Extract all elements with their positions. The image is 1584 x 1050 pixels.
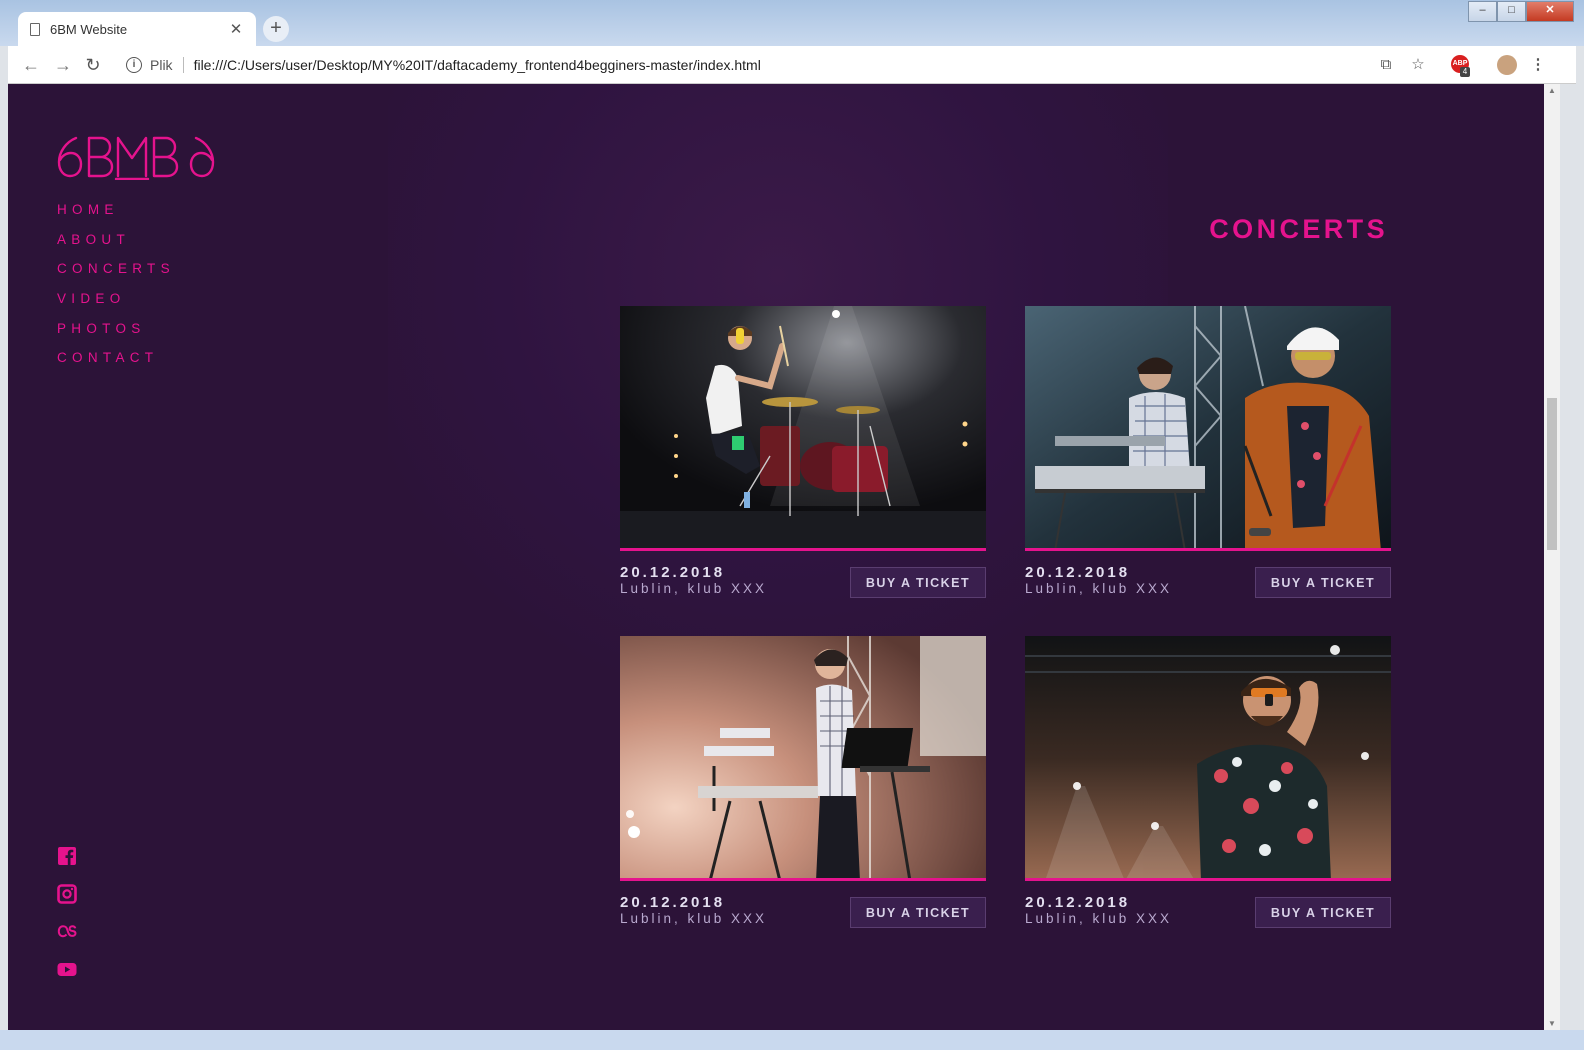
concert-card: 20.12.2018 Lublin, klub XXX BUY A TICKET <box>620 636 986 935</box>
scroll-up-arrow-icon[interactable]: ▲ <box>1544 86 1560 95</box>
concert-card: 20.12.2018 Lublin, klub XXX BUY A TICKET <box>620 306 986 605</box>
concert-info: 20.12.2018 Lublin, klub XXX BUY A TICKET <box>620 565 986 605</box>
concert-photo <box>620 636 986 881</box>
address-separator <box>182 57 184 73</box>
nav-item-concerts[interactable]: CONCERTS <box>57 261 175 291</box>
concert-info: 20.12.2018 Lublin, klub XXX BUY A TICKET <box>1025 565 1391 605</box>
concert-info: 20.12.2018 Lublin, klub XXX BUY A TICKET <box>620 895 986 935</box>
concert-photo <box>620 306 986 551</box>
scrollbar-thumb[interactable] <box>1547 398 1557 550</box>
scroll-down-arrow-icon[interactable]: ▼ <box>1544 1019 1560 1028</box>
menu-kebab-icon[interactable]: ⋮ <box>1528 55 1548 75</box>
profile-avatar[interactable] <box>1497 55 1517 75</box>
window-titlebar: 6BM Website ✕ + – □ ✕ <box>0 0 1584 46</box>
facebook-icon[interactable] <box>57 846 77 866</box>
main-navigation: HOME ABOUT CONCERTS VIDEO PHOTOS CONTACT <box>57 202 175 380</box>
band-logo[interactable] <box>56 132 216 180</box>
reload-icon[interactable]: ↻ <box>82 54 104 76</box>
info-icon[interactable]: i <box>126 57 142 73</box>
back-arrow-icon[interactable]: ← <box>20 54 42 76</box>
nav-item-contact[interactable]: CONTACT <box>57 350 175 380</box>
new-tab-button[interactable]: + <box>263 16 289 42</box>
url-text[interactable]: file:///C:/Users/user/Desktop/MY%20IT/da… <box>194 57 761 73</box>
page-heading: CONCERTS <box>1209 214 1388 244</box>
close-window-button[interactable]: ✕ <box>1526 1 1574 22</box>
tab-close-icon[interactable]: ✕ <box>228 20 244 38</box>
concert-card: 20.12.2018 Lublin, klub XXX BUY A TICKET <box>1025 306 1391 605</box>
minimize-button[interactable]: – <box>1468 1 1497 22</box>
browser-toolbar: ← → ↻ i Plik file:///C:/Users/user/Deskt… <box>8 46 1576 84</box>
nav-item-about[interactable]: ABOUT <box>57 232 175 262</box>
buy-ticket-button[interactable]: BUY A TICKET <box>1255 567 1391 598</box>
forward-arrow-icon[interactable]: → <box>52 54 74 76</box>
window-bottom-frame <box>0 1030 1584 1050</box>
nav-item-photos[interactable]: PHOTOS <box>57 321 175 351</box>
scheme-label: Plik <box>150 57 173 73</box>
tab-title: 6BM Website <box>50 21 128 37</box>
address-bar[interactable]: i Plik file:///C:/Users/user/Desktop/MY%… <box>118 51 1458 79</box>
nav-item-home[interactable]: HOME <box>57 202 175 232</box>
window-controls: – □ ✕ <box>1468 1 1574 22</box>
social-links <box>57 846 77 996</box>
browser-tab[interactable]: 6BM Website ✕ <box>18 12 256 46</box>
instagram-icon[interactable] <box>57 883 77 904</box>
document-icon <box>30 22 40 36</box>
bookmark-star-icon[interactable]: ☆ <box>1408 55 1428 75</box>
youtube-icon[interactable] <box>57 959 77 979</box>
maximize-button[interactable]: □ <box>1497 1 1526 22</box>
buy-ticket-button[interactable]: BUY A TICKET <box>850 567 986 598</box>
concert-info: 20.12.2018 Lublin, klub XXX BUY A TICKET <box>1025 895 1391 935</box>
nav-item-video[interactable]: VIDEO <box>57 291 175 321</box>
translate-icon[interactable]: ⧉ <box>1376 55 1396 75</box>
lastfm-icon[interactable] <box>57 921 77 941</box>
buy-ticket-button[interactable]: BUY A TICKET <box>1255 897 1391 928</box>
buy-ticket-button[interactable]: BUY A TICKET <box>850 897 986 928</box>
vertical-scrollbar[interactable]: ▲ ▼ <box>1544 84 1560 1030</box>
concert-card: 20.12.2018 Lublin, klub XXX BUY A TICKET <box>1025 636 1391 935</box>
concert-photo <box>1025 636 1391 881</box>
adblock-badge: 4 <box>1460 67 1470 77</box>
concert-photo <box>1025 306 1391 551</box>
page-viewport: HOME ABOUT CONCERTS VIDEO PHOTOS CONTACT… <box>8 84 1544 1030</box>
